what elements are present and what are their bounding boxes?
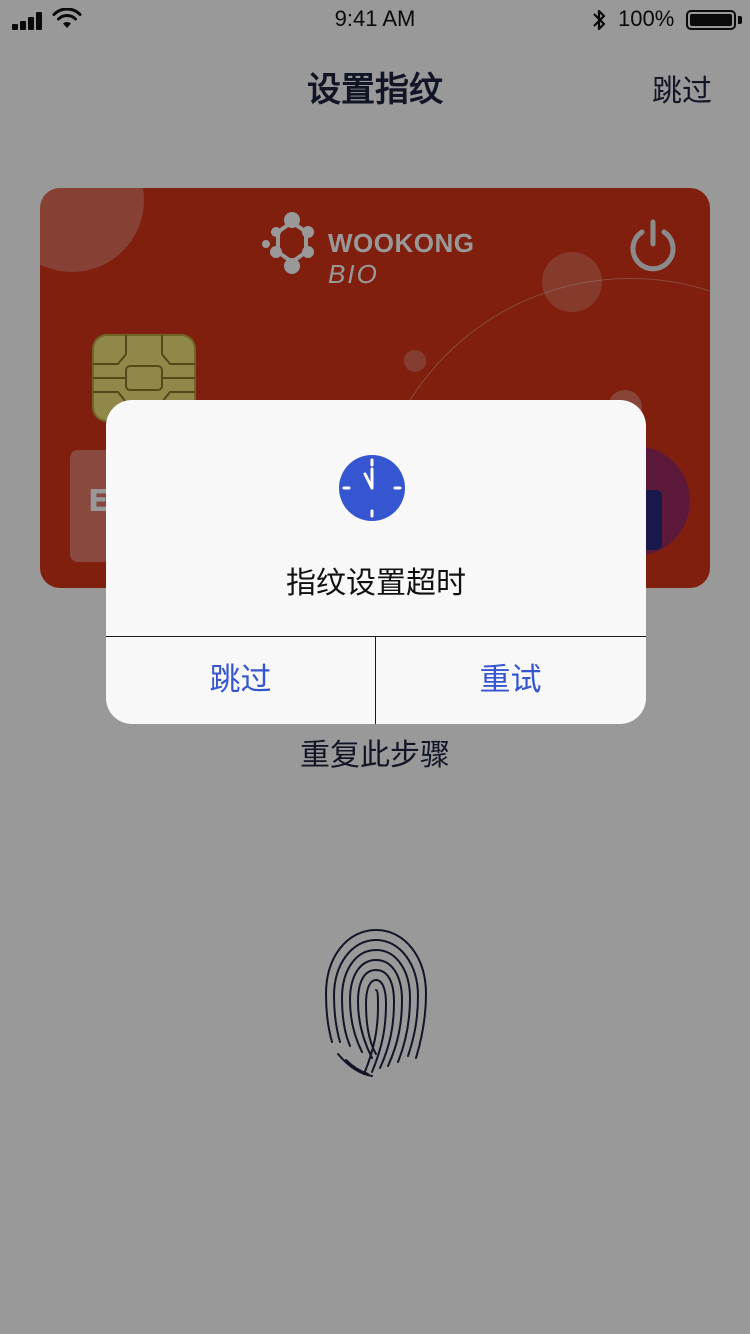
timeout-alert-dialog: 指纹设置超时 跳过 重试: [106, 400, 646, 724]
fingerprint-setup-screen: 9:41 AM 100% 设置指纹 跳过 WOOKONG BIO E 重复此步骤…: [0, 0, 750, 1334]
alert-message: 指纹设置超时: [286, 566, 466, 601]
retry-button[interactable]: 重试: [376, 637, 645, 724]
skip-button[interactable]: 跳过: [106, 637, 375, 724]
clock-icon: [339, 455, 405, 521]
